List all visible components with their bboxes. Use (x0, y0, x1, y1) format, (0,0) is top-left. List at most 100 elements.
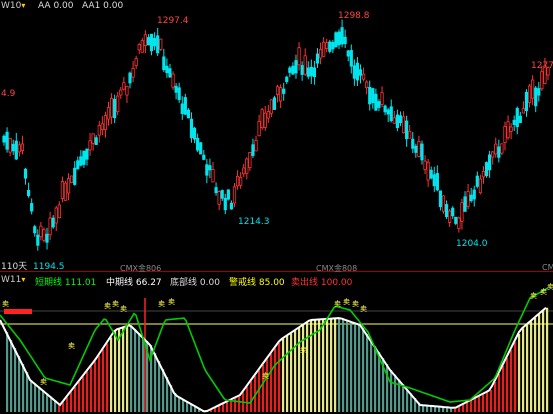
candle-body (168, 68, 172, 78)
histogram-bar (342, 318, 345, 412)
period-label: 110天 (1, 262, 28, 272)
histogram-bar (350, 321, 353, 412)
candle-body (91, 133, 95, 144)
candle-body (257, 120, 261, 137)
candle-body (220, 190, 224, 199)
candle-body (309, 66, 313, 77)
candle-body (518, 115, 522, 123)
histogram-bar (14, 348, 17, 412)
candle-body (171, 73, 175, 88)
candle-body (79, 156, 83, 166)
candle-body (73, 167, 77, 185)
sell-marker-bar (4, 309, 32, 314)
candle-body (472, 189, 476, 200)
top-indicator-aa: AA 0.00 (38, 1, 74, 11)
price-label-low-1: 1214.3 (238, 217, 270, 227)
candle-body (125, 85, 129, 96)
histogram-bar (358, 324, 361, 412)
candle-body (494, 143, 498, 155)
bottom-window-label[interactable]: W11▾ (1, 275, 25, 285)
histogram-bar (330, 318, 333, 412)
candle-body (196, 137, 200, 151)
candle-body (475, 175, 479, 187)
candle-body (337, 31, 341, 46)
histogram-bar (322, 319, 325, 412)
histogram-bar (278, 342, 281, 412)
histogram-bar (70, 392, 73, 412)
histogram-bar (498, 374, 501, 412)
candle-body (109, 98, 114, 118)
candle-body (343, 36, 347, 44)
candle-body (211, 169, 215, 183)
histogram-bar (162, 369, 165, 412)
histogram-bar (98, 355, 101, 412)
candle-body (269, 99, 273, 114)
histogram-bar (294, 330, 297, 412)
histogram-bar (526, 324, 529, 412)
candle-body (435, 173, 439, 191)
candle-body (226, 189, 230, 200)
candle-body (306, 67, 310, 77)
candle-body (232, 186, 237, 204)
histogram-bar (66, 397, 69, 412)
candle-body (297, 47, 301, 66)
sell-signal-marker: 卖 (530, 292, 537, 300)
candle-body (202, 154, 206, 160)
top-window-label[interactable]: W10▾ (1, 1, 25, 11)
candle-body (103, 115, 108, 131)
histogram-bar (326, 318, 329, 412)
candle-body (322, 41, 326, 57)
sell-signal-marker: 卖 (547, 283, 553, 291)
candle-body (162, 56, 166, 71)
candle-body (11, 143, 15, 152)
candle-body (460, 202, 464, 222)
sell-signal-marker: 卖 (120, 305, 127, 313)
histogram-bar (514, 342, 517, 412)
candle-body (36, 234, 40, 246)
histogram-bar (386, 364, 389, 412)
histogram-bar (318, 319, 321, 412)
candle-body (263, 112, 267, 128)
candle-body (137, 44, 141, 51)
histogram-bar (18, 356, 21, 412)
histogram-bar (306, 322, 309, 412)
candle-body (189, 118, 194, 139)
candle-body (346, 50, 350, 57)
histogram-bar (302, 325, 305, 412)
candle-body (383, 105, 387, 113)
candle-body (405, 120, 409, 140)
candle-body (134, 58, 138, 66)
chart-canvas[interactable]: 卖卖卖卖卖卖卖卖卖卖卖 卖卖卖卖卖卖 (0, 0, 553, 414)
candle-body (408, 130, 412, 139)
window-label-text: W11 (1, 275, 22, 285)
chevron-down-icon[interactable]: ▾ (21, 1, 25, 10)
candle-body (488, 154, 492, 171)
candle-body (30, 203, 34, 212)
histogram-bar (530, 321, 533, 412)
histogram-bar (130, 325, 133, 412)
candle-body (506, 121, 510, 139)
candle-body (448, 210, 452, 223)
candle-body (352, 65, 356, 79)
candle-body (199, 142, 203, 155)
histogram-bar (274, 348, 277, 412)
sell-signal-marker: 卖 (334, 300, 341, 308)
histogram-bar (94, 361, 97, 412)
candle-body (5, 131, 9, 150)
candle-body (208, 165, 212, 171)
candle-body (334, 32, 338, 48)
sell-signal-marker: 卖 (104, 302, 111, 310)
candle-body (57, 204, 61, 219)
histogram-bar (366, 334, 369, 412)
candle-body (540, 71, 544, 90)
histogram-bar (114, 331, 117, 412)
candle-body (156, 35, 160, 54)
sell-signal-marker: 卖 (540, 288, 547, 296)
candle-body (128, 72, 132, 84)
candle-body (54, 207, 58, 224)
candle-body (500, 143, 504, 154)
histogram-bar (134, 329, 137, 412)
chevron-down-icon[interactable]: ▾ (21, 275, 25, 284)
candle-body (251, 144, 255, 156)
candle-body (432, 174, 436, 187)
